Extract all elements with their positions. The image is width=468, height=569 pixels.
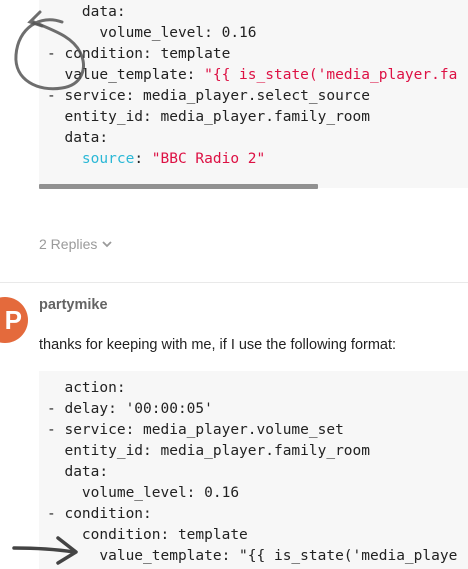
post-text: thanks for keeping with me, if I use the…: [39, 337, 397, 353]
horizontal-scrollbar[interactable]: [39, 184, 318, 189]
code-line: entity_id: media_player.family_room: [47, 107, 468, 128]
replies-label: 2 Replies: [39, 236, 98, 252]
code-token: value_template:: [47, 67, 205, 83]
code-line: value_template: "{{ is_state('media_play…: [47, 546, 468, 567]
code-token: data:: [47, 4, 126, 20]
replies-toggle-button[interactable]: 2 Replies: [39, 235, 113, 253]
code-line: value_template: "{{ is_state('media_play…: [47, 65, 468, 86]
code-line: data:: [47, 128, 468, 149]
code-token: entity_id: media_player.family_room: [47, 443, 371, 459]
code-token: - condition: template: [47, 46, 231, 62]
code-token: data:: [47, 130, 109, 146]
post-divider: [0, 282, 468, 283]
code-token: action:: [47, 380, 126, 396]
code-token: entity_id: media_player.family_room: [47, 109, 371, 125]
code-token: value_template: "{{ is_state('media_play…: [47, 548, 458, 564]
code-token: condition: template: [47, 527, 248, 543]
code-token: - delay: '00:00:05': [47, 401, 213, 417]
avatar-letter: P: [4, 304, 22, 335]
code-block-2: action: - delay: '00:00:05' - service: med…: [39, 371, 468, 569]
code-line: source: "BBC Radio 2": [47, 149, 468, 170]
code-line: volume_level: 0.16: [47, 23, 468, 44]
code-block-1: data: volume_level: 0.16 - condition: tem…: [39, 0, 468, 188]
code-line: volume_level: 0.16: [47, 483, 468, 504]
code-token: "BBC Radio 2": [151, 151, 266, 167]
code-line: - condition: template: [47, 44, 468, 65]
chevron-down-icon: [102, 241, 113, 248]
code-token: - service: media_player.volume_set: [47, 422, 344, 438]
code-token: :: [134, 151, 152, 167]
code-line: data:: [47, 2, 468, 23]
code-line: - service: media_player.select_source: [47, 86, 468, 107]
code-line: - service: media_player.volume_set: [47, 420, 468, 441]
code-token: - service: media_player.select_source: [47, 88, 371, 104]
code-token: - condition:: [47, 506, 152, 522]
avatar[interactable]: P: [0, 297, 28, 343]
code-token: volume_level: 0.16: [47, 485, 240, 501]
code-line: - delay: '00:00:05': [47, 399, 468, 420]
code-line: - condition:: [47, 504, 468, 525]
code-line: action:: [47, 378, 468, 399]
code-token: volume_level: 0.16: [47, 25, 257, 41]
code-line: entity_id: media_player.family_room: [47, 441, 468, 462]
code-line: data:: [47, 462, 468, 483]
code-token: data:: [47, 464, 109, 480]
post-username[interactable]: partymike: [39, 297, 108, 313]
code-token: "{{ is_state('media_player.fa: [204, 67, 458, 83]
code-token: source: [81, 151, 135, 167]
code-line: condition: template: [47, 525, 468, 546]
